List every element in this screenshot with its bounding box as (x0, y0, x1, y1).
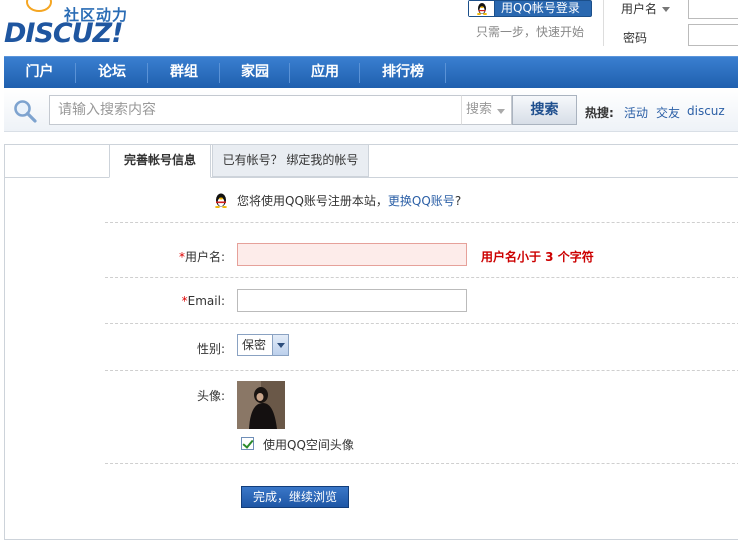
nav-divider (219, 63, 220, 83)
qq-penguin-icon (477, 3, 487, 15)
notice-suffix: ? (454, 194, 462, 208)
register-panel: 完善帐号信息 已有帐号？ 绑定我的帐号 您将使用QQ账号注册本站，更换QQ账号?… (4, 144, 738, 540)
form-divider (105, 463, 738, 464)
search-input[interactable]: 请输入搜索内容 (49, 95, 461, 125)
avatar (237, 381, 285, 429)
form-divider (105, 277, 738, 278)
nav-item-apps[interactable]: 应用 (291, 57, 359, 88)
hot-link-activity[interactable]: 活动 (624, 104, 648, 121)
username-type-select[interactable]: 用户名 (621, 0, 671, 17)
nav-divider (147, 63, 148, 83)
hot-link-friends[interactable]: 交友 (656, 104, 680, 121)
search-type-label: 搜索 (466, 102, 493, 117)
email-input[interactable] (237, 289, 467, 312)
nav-divider (289, 63, 290, 83)
gender-select[interactable]: 保密 (237, 334, 289, 356)
hot-search-label: 热搜: (585, 106, 614, 120)
form-divider (105, 323, 738, 324)
nav-item-home[interactable]: 家园 (221, 57, 289, 88)
use-qq-avatar-label: 使用QQ空间头像 (263, 438, 354, 452)
search-type-select[interactable]: 搜索 (461, 95, 512, 125)
email-field-label: *Email: (105, 294, 225, 308)
logo-cloud-icon (26, 0, 52, 12)
username-field-label: *用户名: (105, 248, 225, 265)
chevron-down-icon (497, 109, 505, 114)
search-bar: 请输入搜索内容 搜索 搜索 热搜: 活动 交友 discuz (4, 88, 738, 132)
nav-item-portal[interactable]: 门户 (4, 57, 75, 88)
use-qq-avatar-checkbox[interactable] (241, 437, 254, 450)
notice-text: 您将使用QQ账号注册本站， (237, 194, 388, 208)
nav-item-ranking[interactable]: 排行榜 (361, 57, 445, 88)
qq-penguin-icon (215, 193, 227, 208)
avatar-field-label: 头像: (196, 389, 225, 403)
header-password-input[interactable] (688, 24, 738, 46)
search-button[interactable]: 搜索 (512, 95, 577, 125)
password-label: 密码 (623, 31, 648, 45)
nav-item-forum[interactable]: 论坛 (77, 57, 147, 88)
tab-complete-account[interactable]: 完善帐号信息 (109, 145, 211, 178)
chevron-down-icon (662, 7, 671, 12)
username-input[interactable] (237, 243, 467, 266)
tab-bind-account[interactable]: 已有帐号？ 绑定我的帐号 (212, 145, 369, 177)
avatar-image-icon (237, 381, 285, 429)
header-divider (603, 0, 604, 46)
main-nav: 门户 论坛 群组 家园 应用 排行榜 (4, 56, 738, 88)
nav-divider (445, 63, 446, 83)
nav-divider (75, 63, 76, 83)
header-username-input[interactable] (688, 0, 738, 19)
form-divider (105, 370, 738, 371)
qq-login-button[interactable]: 用QQ帐号登录 (468, 0, 592, 17)
gender-field-label: 性别: (196, 342, 225, 356)
site-logo[interactable]: 社区动力 DISCUZ! (0, 0, 140, 52)
change-qq-account-link[interactable]: 更换QQ账号 (388, 194, 455, 208)
username-label: 用户名 (621, 2, 658, 16)
username-error-message: 用户名小于 3 个字符 (481, 250, 594, 264)
logo-text: DISCUZ! (4, 18, 124, 49)
username-field-label-text: 用户名: (184, 250, 225, 264)
nav-item-groups[interactable]: 群组 (149, 57, 219, 88)
gender-selected-value: 保密 (242, 338, 267, 352)
qq-login-hint: 只需一步，快速开始 (476, 25, 585, 39)
qq-login-label: 用QQ帐号登录 (501, 1, 580, 15)
submit-button[interactable]: 完成，继续浏览 (241, 486, 349, 508)
search-icon (14, 100, 37, 123)
qq-register-notice: 您将使用QQ账号注册本站，更换QQ账号? (237, 192, 461, 209)
qq-penguin-icon-box (469, 1, 495, 16)
chevron-down-icon (272, 335, 288, 355)
nav-divider (359, 63, 360, 83)
form-divider (105, 222, 738, 223)
email-field-label-text: Email: (187, 294, 225, 308)
hot-link-discuz[interactable]: discuz (687, 104, 725, 118)
